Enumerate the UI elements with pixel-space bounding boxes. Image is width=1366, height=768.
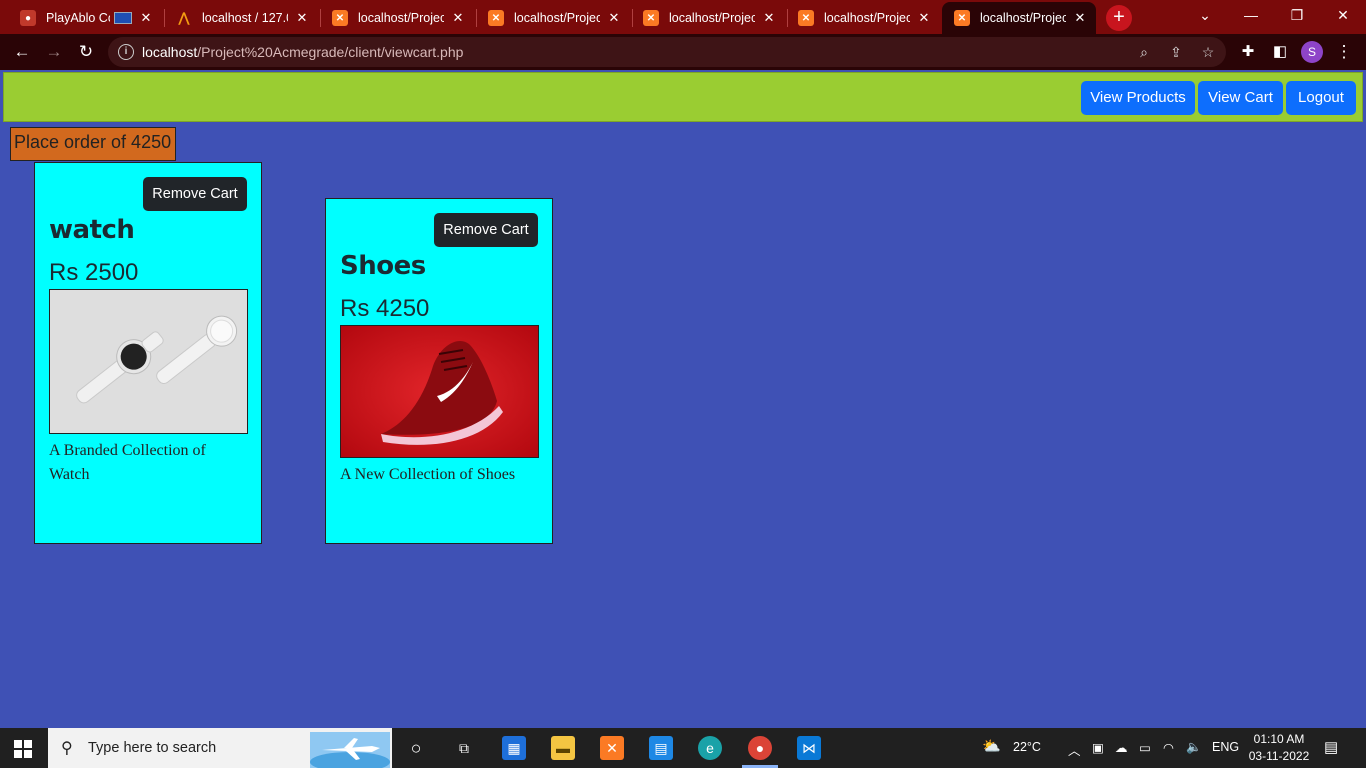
tab-title: localhost/Project <box>514 11 600 25</box>
weather-cloud-icon[interactable]: ⛅ <box>982 737 1001 755</box>
shoe-image <box>340 325 539 458</box>
close-tab-icon[interactable]: ✕ <box>450 10 466 26</box>
xampp-favicon-icon: ✕ <box>954 10 970 26</box>
url-host: localhost <box>142 44 198 60</box>
shoe-illustration <box>341 326 538 457</box>
tab-search-chevron-icon[interactable]: ⌄ <box>1182 0 1228 32</box>
address-bar[interactable]: i localhost/Project%20Acmegrade/client/v… <box>108 37 1226 67</box>
search-placeholder: Type here to search <box>88 740 217 756</box>
cart-item-card: Remove Cart watch Rs 2500 A Branded Coll… <box>34 162 262 544</box>
side-panel-icon[interactable]: ◧ <box>1268 40 1292 64</box>
search-highlight-airplane-icon <box>310 732 390 768</box>
vscode-icon[interactable]: ⋈ <box>797 736 821 760</box>
microsoft-store-icon[interactable]: ▦ <box>502 736 526 760</box>
product-name: Shoes <box>340 251 426 281</box>
site-info-icon[interactable]: i <box>118 44 134 60</box>
weather-temperature[interactable]: 22°C <box>1013 740 1041 754</box>
cortana-circle-icon[interactable]: ○ <box>404 736 428 760</box>
back-arrow-icon[interactable]: ← <box>10 40 34 64</box>
close-tab-icon[interactable]: ✕ <box>138 10 154 26</box>
tab-project-3[interactable]: ✕ localhost/Project ✕ <box>631 2 785 34</box>
tab-title: localhost/Project <box>669 11 755 25</box>
task-view-icon[interactable]: ⧉ <box>452 736 476 760</box>
xampp-favicon-icon: ✕ <box>488 10 504 26</box>
zoom-icon[interactable]: ⌕ <box>1134 42 1154 62</box>
playablo-favicon-icon: ● <box>20 10 36 26</box>
close-tab-icon[interactable]: ✕ <box>1072 10 1088 26</box>
tab-project-1[interactable]: ✕ localhost/Project ✕ <box>320 2 474 34</box>
edge-browser-icon[interactable]: e <box>698 736 722 760</box>
xampp-icon[interactable]: ✕ <box>600 736 624 760</box>
forward-arrow-icon[interactable]: → <box>42 40 66 64</box>
onedrive-cloud-icon[interactable]: ☁ <box>1115 740 1128 755</box>
view-products-button[interactable]: View Products <box>1081 81 1195 115</box>
window-preview-icon <box>114 12 132 24</box>
xampp-favicon-icon: ✕ <box>332 10 348 26</box>
close-tab-icon[interactable]: ✕ <box>916 10 932 26</box>
tab-title: PlayAblo Con <box>46 11 110 25</box>
meet-now-icon[interactable]: ▣ <box>1092 740 1104 755</box>
restore-icon[interactable]: ❐ <box>1274 0 1320 32</box>
product-description: A New Collection of Shoes <box>340 466 516 483</box>
file-explorer-icon[interactable]: ▬ <box>551 736 575 760</box>
logout-button[interactable]: Logout <box>1286 81 1356 115</box>
xampp-favicon-icon: ✕ <box>798 10 814 26</box>
tab-title: localhost/Project <box>980 11 1066 25</box>
chrome-browser-icon[interactable]: ● <box>748 736 772 760</box>
system-clock[interactable]: 01:10 AM 03-11-2022 <box>1244 731 1314 765</box>
new-tab-button[interactable]: + <box>1106 5 1132 31</box>
cart-item-card: Remove Cart Shoes Rs 4250 A New Collecti… <box>325 198 553 544</box>
profile-avatar[interactable]: S <box>1301 41 1323 63</box>
reload-icon[interactable]: ↻ <box>74 40 98 64</box>
close-tab-icon[interactable]: ✕ <box>606 10 622 26</box>
browser-toolbar: ← → ↻ i localhost/Project%20Acmegrade/cl… <box>0 34 1366 70</box>
place-order-button[interactable]: Place order of 4250 <box>10 127 176 161</box>
url-path: /Project%20Acmegrade/client/viewcart.php <box>197 44 464 60</box>
taskbar-search-box[interactable]: ⚲ Type here to search <box>48 728 392 768</box>
tab-title: localhost / 127.0.0.1 <box>202 11 288 25</box>
extensions-puzzle-icon[interactable]: ✚ <box>1236 40 1260 64</box>
windows-taskbar: ⚲ Type here to search ○ ⧉ ▦ ▬ ✕ ▤ e ● ⋈ … <box>0 728 1366 768</box>
product-price: Rs 2500 <box>49 259 139 286</box>
url-text: localhost/Project%20Acmegrade/client/vie… <box>142 44 463 60</box>
site-navbar: View Products View Cart Logout <box>3 72 1363 122</box>
wifi-icon[interactable]: ◠ <box>1163 740 1174 755</box>
watch-illustration <box>50 290 247 433</box>
xampp-favicon-icon: ✕ <box>643 10 659 26</box>
browser-tab-strip: ● PlayAblo Con ✕ ⋀ localhost / 127.0.0.1… <box>0 0 1366 34</box>
clock-date: 03-11-2022 <box>1248 749 1310 763</box>
page-viewport: View Products View Cart Logout Place ord… <box>0 70 1366 728</box>
watch-image <box>49 289 248 434</box>
tab-playablo[interactable]: ● PlayAblo Con ✕ <box>8 2 162 34</box>
tab-title: localhost/Project <box>824 11 910 25</box>
close-tab-icon[interactable]: ✕ <box>761 10 777 26</box>
tab-project-active[interactable]: ✕ localhost/Project ✕ <box>942 2 1096 34</box>
show-hidden-icons-chevron-icon[interactable]: ︿ <box>1068 740 1081 759</box>
bookmark-star-icon[interactable]: ☆ <box>1198 42 1218 62</box>
notifications-icon[interactable]: ▤ <box>1324 738 1338 756</box>
language-indicator[interactable]: ENG <box>1212 740 1239 754</box>
tab-project-4[interactable]: ✕ localhost/Project ✕ <box>786 2 940 34</box>
battery-icon[interactable]: ▭ <box>1139 740 1151 755</box>
phpmyadmin-favicon-icon: ⋀ <box>178 10 190 25</box>
tab-project-2[interactable]: ✕ localhost/Project ✕ <box>476 2 630 34</box>
minimize-icon[interactable]: — <box>1228 0 1274 32</box>
volume-icon[interactable]: 🔈 <box>1186 740 1202 755</box>
close-window-icon[interactable]: ✕ <box>1320 0 1366 32</box>
product-price: Rs 4250 <box>340 295 430 322</box>
tab-title: localhost/Project <box>358 11 444 25</box>
close-tab-icon[interactable]: ✕ <box>294 10 310 26</box>
app-blue-icon[interactable]: ▤ <box>649 736 673 760</box>
windows-start-icon[interactable] <box>14 740 32 758</box>
product-name: watch <box>49 215 135 245</box>
remove-cart-button[interactable]: Remove Cart <box>434 213 538 247</box>
tab-phpmyadmin[interactable]: ⋀ localhost / 127.0.0.1 ✕ <box>164 2 318 34</box>
view-cart-button[interactable]: View Cart <box>1198 81 1283 115</box>
product-description: A Branded Collection of Watch <box>49 442 206 483</box>
menu-kebab-icon[interactable]: ⋮ <box>1332 40 1356 64</box>
remove-cart-button[interactable]: Remove Cart <box>143 177 247 211</box>
search-icon: ⚲ <box>61 740 73 757</box>
clock-time: 01:10 AM <box>1253 732 1305 746</box>
share-icon[interactable]: ⇪ <box>1166 42 1186 62</box>
